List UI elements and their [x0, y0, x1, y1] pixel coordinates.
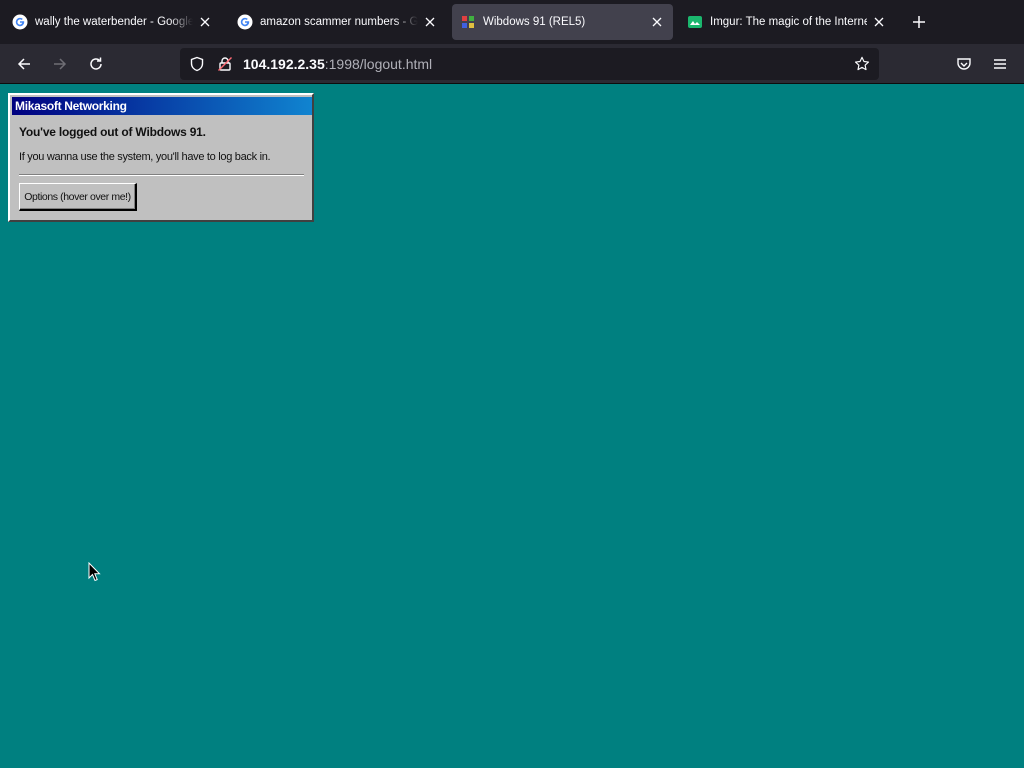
mouse-cursor-icon [88, 562, 101, 582]
back-arrow-icon [17, 58, 30, 70]
dialog-titlebar[interactable]: Mikasoft Networking [12, 97, 312, 115]
close-tab-icon[interactable] [871, 14, 887, 30]
tab-scammer-search[interactable]: amazon scammer numbers - Go [229, 4, 446, 40]
wibdows-icon [460, 14, 476, 30]
tab-title: wally the waterbender - Google [35, 16, 193, 28]
tab-imgur[interactable]: Imgur: The magic of the Internet [679, 4, 895, 40]
pocket-icon [957, 58, 971, 70]
pocket-button[interactable] [952, 52, 976, 76]
url-host: 104.192.2.35 [243, 56, 325, 72]
dialog-title: Mikasoft Networking [15, 99, 127, 113]
hamburger-menu-icon [994, 59, 1006, 69]
back-button[interactable] [12, 52, 36, 76]
close-tab-icon[interactable] [422, 14, 438, 30]
close-tab-icon[interactable] [197, 14, 213, 30]
bookmark-star-icon[interactable] [854, 56, 870, 72]
shield-icon[interactable] [189, 56, 205, 72]
tab-title: Wibdows 91 (REL5) [483, 16, 586, 28]
navigation-toolbar: 104.192.2.35:1998/logout.html [0, 44, 1024, 84]
logout-heading: You've logged out of Wibdows 91. [19, 125, 206, 139]
tab-strip: wally the waterbender - Google amazon sc… [0, 0, 1024, 44]
tab-title: amazon scammer numbers - Go [260, 16, 418, 28]
reload-button[interactable] [84, 52, 108, 76]
imgur-icon [687, 14, 703, 30]
forward-button[interactable] [48, 52, 72, 76]
options-button[interactable]: Options (hover over me!) [19, 183, 137, 211]
reload-icon [90, 57, 102, 70]
close-tab-icon[interactable] [649, 14, 665, 30]
google-g-icon [12, 14, 28, 30]
insecure-lock-icon[interactable] [217, 56, 233, 72]
url-text[interactable]: 104.192.2.35:1998/logout.html [243, 56, 432, 72]
tab-wally-search[interactable]: wally the waterbender - Google [4, 4, 221, 40]
forward-arrow-icon [54, 58, 67, 70]
new-tab-button[interactable] [908, 11, 930, 33]
google-g-icon [237, 14, 253, 30]
tab-title: Imgur: The magic of the Internet [710, 16, 867, 28]
logout-dialog: Mikasoft Networking You've logged out of… [8, 93, 314, 222]
divider [19, 174, 304, 176]
app-menu-button[interactable] [988, 52, 1012, 76]
url-path: :1998/logout.html [324, 56, 433, 72]
logout-message: If you wanna use the system, you'll have… [19, 151, 271, 163]
address-bar[interactable]: 104.192.2.35:1998/logout.html [180, 48, 879, 80]
tab-wibdows[interactable]: Wibdows 91 (REL5) [452, 4, 673, 40]
